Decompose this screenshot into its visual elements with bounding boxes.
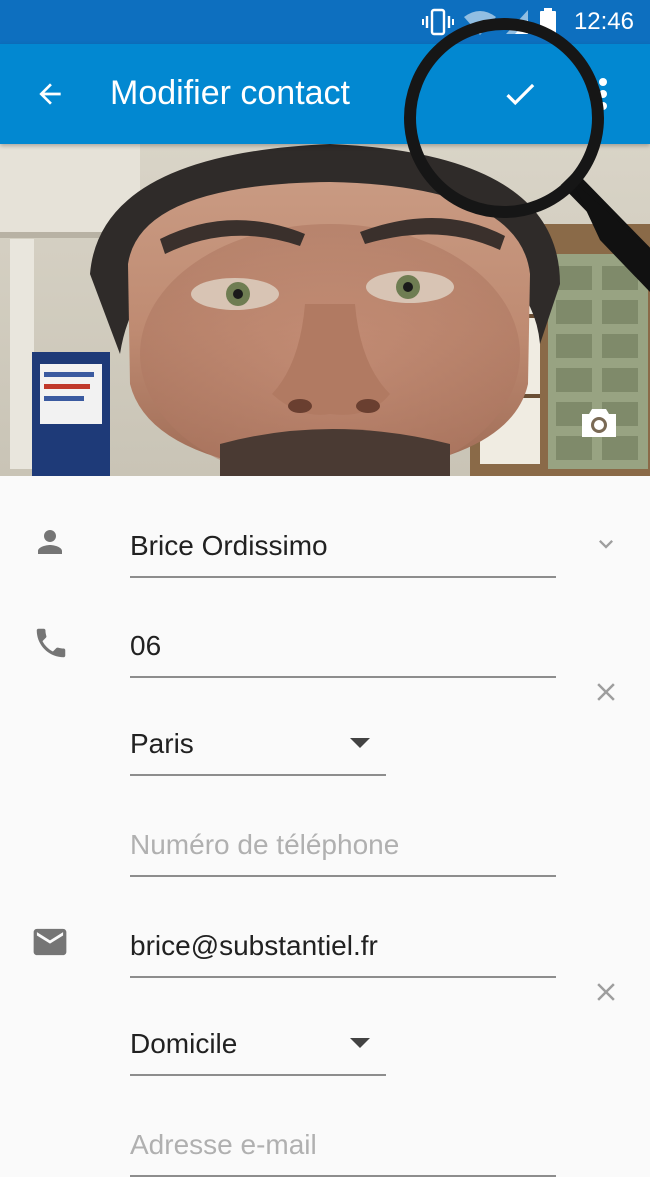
save-button[interactable] xyxy=(490,68,550,120)
arrow-back-icon xyxy=(39,83,61,105)
close-icon xyxy=(597,983,615,1001)
email-type-dropdown[interactable]: Domicile xyxy=(130,1000,386,1076)
more-options-button[interactable] xyxy=(585,68,621,120)
phone-icon xyxy=(36,628,66,658)
change-photo-button[interactable] xyxy=(576,402,622,444)
clock: 12:46 xyxy=(573,8,634,35)
battery-icon xyxy=(540,8,556,35)
new-email-field[interactable]: Adresse e-mail xyxy=(130,1100,556,1177)
person-icon xyxy=(38,530,62,554)
app-bar: Modifier contact xyxy=(0,44,650,144)
check-icon xyxy=(506,83,535,106)
email-field[interactable]: brice@substantiel.fr xyxy=(130,900,556,978)
new-phone-field[interactable]: Numéro de téléphone xyxy=(130,800,556,877)
new-email-placeholder: Adresse e-mail xyxy=(130,1129,317,1160)
email-icon xyxy=(33,928,67,956)
phone-field[interactable]: 06 xyxy=(130,600,556,678)
email-type-value: Domicile xyxy=(130,1028,238,1059)
chevron-down-icon xyxy=(599,540,613,549)
contact-photo-image xyxy=(0,144,650,476)
name-field[interactable]: Brice Ordissimo xyxy=(130,500,556,578)
email-value: brice@substantiel.fr xyxy=(130,930,378,961)
wifi-icon xyxy=(464,11,496,35)
name-value: Brice Ordissimo xyxy=(130,530,328,561)
back-button[interactable] xyxy=(22,70,78,118)
more-vert-icon xyxy=(599,78,607,110)
dropdown-arrow-icon xyxy=(350,738,370,748)
phone-type-value: Paris xyxy=(130,728,194,759)
new-phone-placeholder: Numéro de téléphone xyxy=(130,829,400,860)
camera-icon xyxy=(582,409,616,437)
status-bar: 12:46 xyxy=(0,0,650,44)
dropdown-arrow-icon xyxy=(350,1038,370,1048)
expand-name-button[interactable] xyxy=(588,526,624,562)
clear-email-button[interactable] xyxy=(586,972,626,1012)
contact-photo[interactable] xyxy=(0,144,650,476)
page-title: Modifier contact xyxy=(110,74,350,112)
phone-type-dropdown[interactable]: Paris xyxy=(130,700,386,776)
vibrate-icon xyxy=(422,8,454,36)
signal-icon xyxy=(506,10,528,34)
close-icon xyxy=(597,683,615,701)
phone-value: 06 xyxy=(130,630,162,661)
clear-phone-button[interactable] xyxy=(586,672,626,712)
